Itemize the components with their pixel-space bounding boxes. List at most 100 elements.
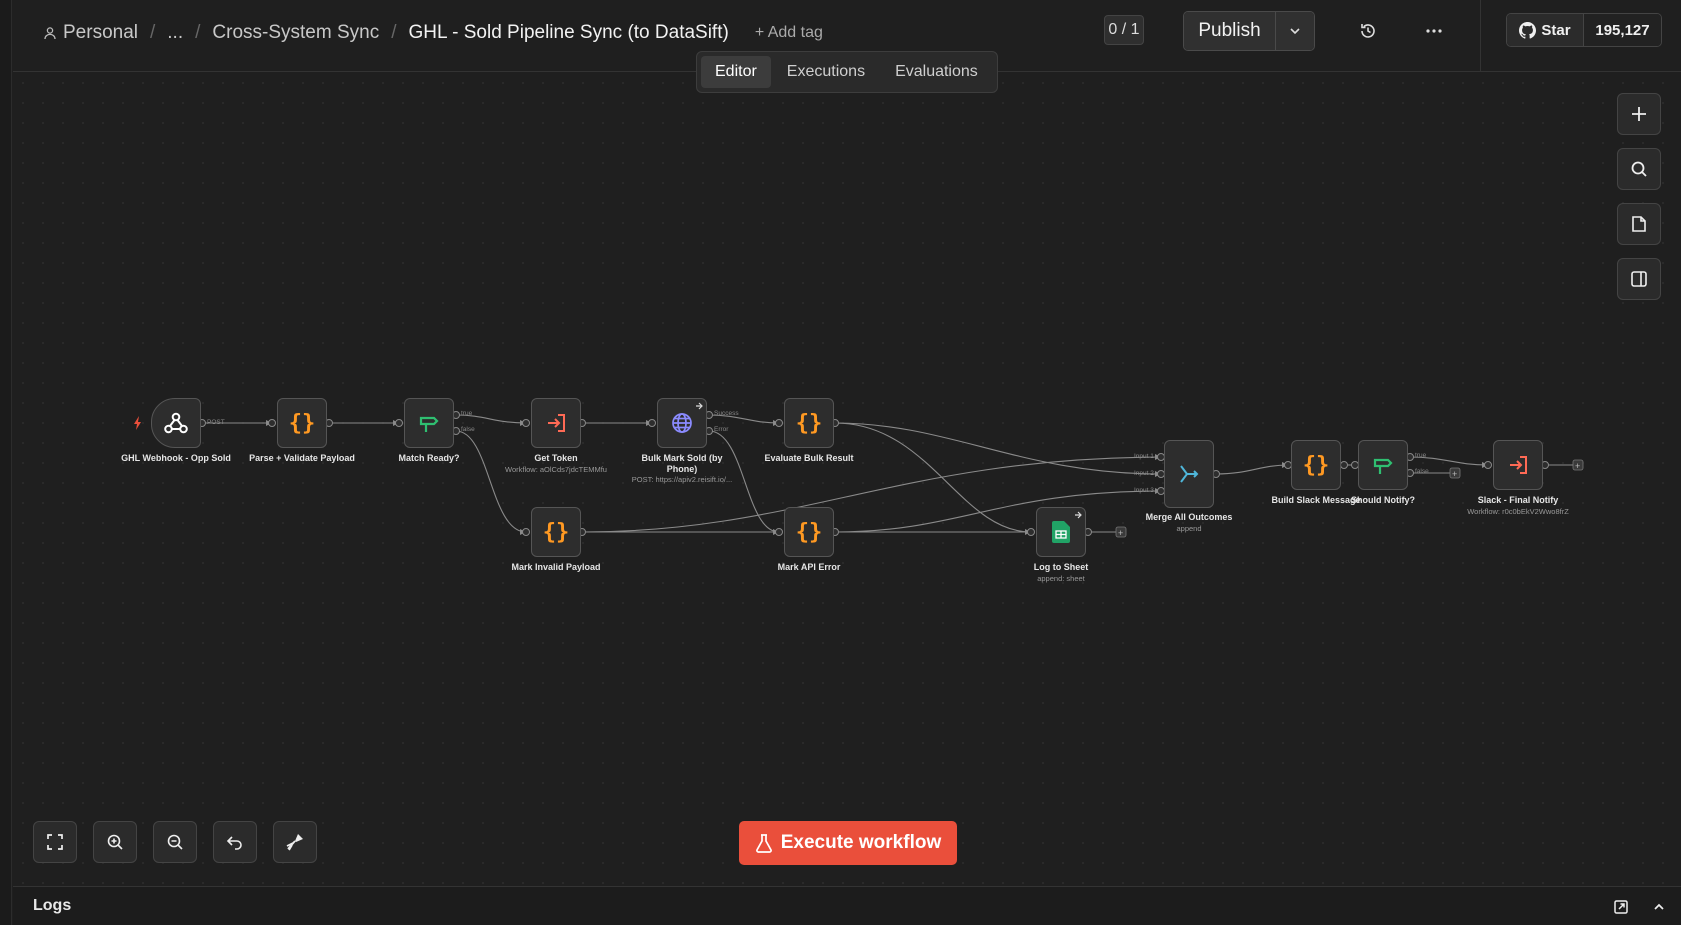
webhook-icon (164, 412, 188, 434)
tab-executions[interactable]: Executions (773, 56, 879, 88)
tidy-up-button[interactable] (273, 821, 317, 863)
workflow-name[interactable]: GHL - Sold Pipeline Sync (to DataSift) (409, 22, 729, 44)
code-braces-icon: {} (795, 410, 823, 436)
search-icon (1631, 161, 1647, 177)
port-label-post: POST (207, 419, 225, 426)
node-parse-validate[interactable]: {} (277, 398, 327, 448)
left-edge-strip (0, 0, 12, 925)
node-match-ready[interactable] (404, 398, 454, 448)
logs-title: Logs (33, 897, 72, 914)
node-subtitle-bulk-mark-sold: POST: https://apiv2.reisift.io/... (631, 475, 733, 484)
flask-icon (755, 834, 772, 853)
code-braces-icon: {} (1302, 452, 1330, 478)
logs-popout-button[interactable] (1612, 898, 1630, 916)
fit-view-icon (47, 834, 63, 850)
workflow-canvas[interactable] (13, 73, 1681, 885)
code-braces-icon: {} (288, 410, 316, 436)
google-sheets-icon (1052, 521, 1070, 543)
execute-workflow-icon (548, 414, 565, 432)
globe-icon (672, 413, 692, 433)
port-label-false: false (461, 426, 475, 433)
node-subtitle-merge-all: append (1176, 524, 1202, 533)
node-label-log-to-sheet: Log to Sheet (1033, 562, 1089, 572)
node-label-parse-validate: Parse + Validate Payload (249, 453, 355, 463)
github-star-count[interactable]: 195,127 (1584, 14, 1661, 46)
node-build-slack[interactable]: {} (1291, 440, 1341, 490)
node-slack-final-notify[interactable] (1493, 440, 1543, 490)
undo-button[interactable] (213, 821, 257, 863)
history-icon (1361, 24, 1375, 38)
execute-workflow-label: Execute workflow (780, 832, 942, 853)
execute-workflow-icon (1510, 456, 1527, 474)
arrow-right-icon (1075, 511, 1082, 519)
breadcrumb-separator: / (195, 22, 201, 43)
add-tag-link[interactable]: + Add tag (755, 24, 823, 42)
publish-button[interactable]: Publish (1184, 12, 1276, 50)
panel-toggle-icon (1631, 271, 1647, 287)
zoom-in-button[interactable] (93, 821, 137, 863)
port-label-success: Success (714, 410, 739, 417)
sticky-note-icon (1632, 216, 1646, 232)
add-node-icon (1632, 107, 1646, 121)
node-mark-invalid[interactable]: {} (531, 507, 581, 557)
code-braces-icon: {} (542, 519, 570, 545)
popout-icon (1614, 900, 1628, 914)
zoom-out-icon (167, 834, 183, 850)
node-label-match-ready: Match Ready? (398, 453, 460, 463)
publish-button-group: Publish (1183, 11, 1315, 51)
port-label-true: true (1415, 452, 1427, 459)
more-options-button[interactable] (1421, 18, 1447, 44)
node-label-should-notify: Should Notify? (1351, 495, 1415, 505)
add-node-button[interactable] (1617, 93, 1661, 135)
add-sticky-note-button[interactable] (1617, 203, 1661, 245)
port-label-false: false (1415, 468, 1429, 475)
node-subtitle-get-token: Workflow: aOlCds7jdcTEMMfu (505, 465, 607, 474)
tidy-up-icon (286, 834, 303, 851)
publish-options-button[interactable] (1276, 12, 1314, 50)
node-get-token[interactable] (531, 398, 581, 448)
if-branch-icon (419, 416, 439, 432)
arrow-right-icon (696, 402, 703, 410)
node-should-notify[interactable] (1358, 440, 1408, 490)
view-tabs: Editor Executions Evaluations (696, 51, 998, 93)
execute-workflow-button[interactable]: Execute workflow (739, 821, 957, 865)
logs-panel-bar[interactable]: Logs (13, 886, 1681, 925)
zoom-in-icon (107, 834, 123, 850)
port-label-input-2: Input 2 (1134, 470, 1154, 477)
github-star-button[interactable]: Star (1507, 14, 1584, 46)
breadcrumb-project[interactable]: Personal (63, 22, 138, 44)
node-ghl-webhook[interactable] (151, 398, 201, 448)
node-subtitle-slack-final-notify: Workflow: r0c0bEkV2Wwo8frZ (1467, 507, 1569, 516)
code-braces-icon: {} (795, 519, 823, 545)
tab-editor[interactable]: Editor (701, 56, 771, 88)
tab-evaluations[interactable]: Evaluations (881, 56, 992, 88)
toggle-panel-button[interactable] (1617, 258, 1661, 300)
node-evaluate-bulk[interactable]: {} (784, 398, 834, 448)
github-star-widget: Star 195,127 (1506, 13, 1662, 47)
node-log-to-sheet[interactable] (1036, 507, 1086, 557)
workflow-history-button[interactable] (1355, 18, 1381, 44)
node-mark-api-error[interactable]: {} (784, 507, 834, 557)
if-branch-icon (1373, 458, 1393, 474)
port-label-input-1: Input 1 (1134, 453, 1154, 460)
header-divider (1480, 0, 1481, 72)
node-label-get-token: Get Token (534, 453, 578, 463)
fit-view-button[interactable] (33, 821, 77, 863)
github-icon (1519, 21, 1537, 39)
node-bulk-mark-sold[interactable] (657, 398, 707, 448)
active-version-counter: 0 / 1 (1104, 15, 1144, 45)
node-label-merge-all: Merge All Outcomes (1145, 512, 1233, 522)
zoom-out-button[interactable] (153, 821, 197, 863)
port-label-true: true (461, 410, 473, 417)
github-star-label: Star (1541, 21, 1571, 39)
search-nodes-button[interactable] (1617, 148, 1661, 190)
port-label-error: Error (714, 426, 729, 433)
chevron-up-icon (1654, 903, 1664, 910)
logs-expand-button[interactable] (1650, 898, 1668, 916)
chevron-down-icon (1290, 28, 1300, 35)
port-label-input-3: Input 3 (1134, 487, 1154, 494)
undo-icon (226, 836, 242, 850)
breadcrumb-ellipsis[interactable]: ... (167, 22, 183, 44)
breadcrumb-folder[interactable]: Cross-System Sync (212, 22, 379, 44)
node-merge-all[interactable] (1164, 440, 1214, 508)
